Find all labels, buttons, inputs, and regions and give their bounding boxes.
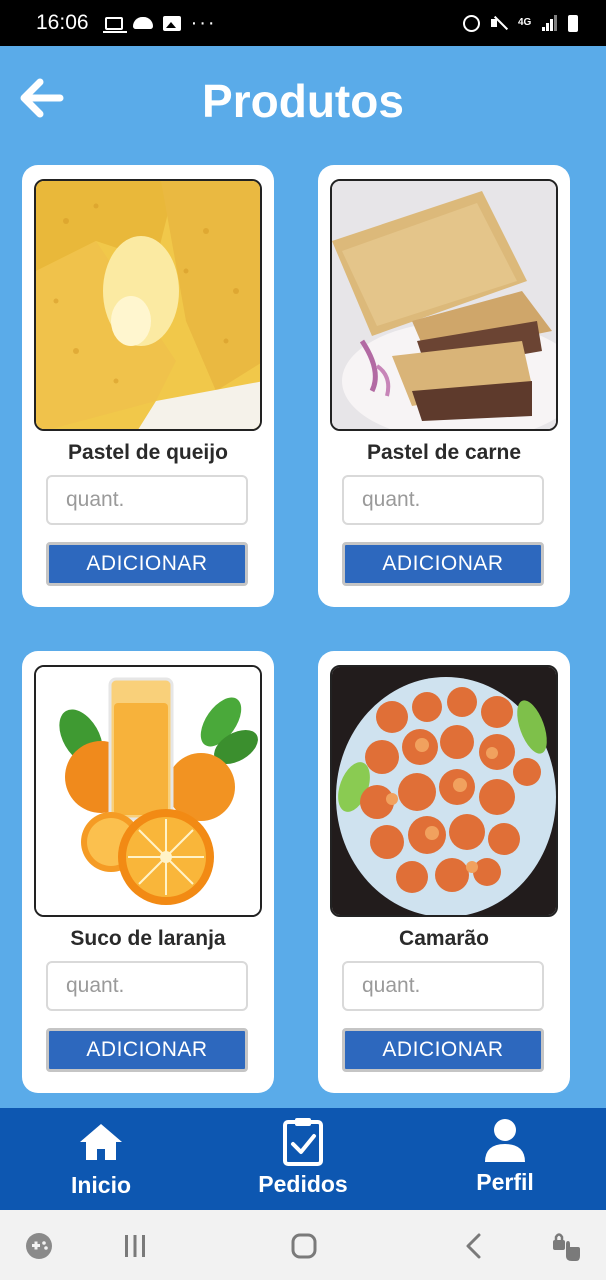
home-icon bbox=[80, 1124, 122, 1160]
nav-item-pedidos[interactable]: Pedidos bbox=[233, 1108, 373, 1210]
laptop-icon bbox=[102, 16, 127, 33]
quantity-input[interactable] bbox=[342, 961, 544, 1011]
add-button[interactable]: ADICIONAR bbox=[342, 542, 544, 586]
camarao-image bbox=[330, 665, 558, 917]
page-title: Produtos bbox=[202, 75, 404, 127]
game-launcher-button[interactable] bbox=[9, 1210, 69, 1280]
product-card: Camarão ADICIONAR bbox=[318, 651, 570, 1093]
home-circle-icon bbox=[291, 1233, 317, 1259]
product-name: Suco de laranja bbox=[70, 927, 226, 950]
home-system-button[interactable] bbox=[274, 1210, 334, 1280]
add-button[interactable]: ADICIONAR bbox=[46, 1028, 248, 1072]
nav-item-perfil[interactable]: Perfil bbox=[435, 1108, 575, 1210]
battery-icon bbox=[568, 14, 578, 32]
pastel-queijo-image bbox=[34, 179, 262, 431]
product-card: Suco de laranja ADICIONAR bbox=[22, 651, 274, 1093]
recent-apps-button[interactable] bbox=[105, 1210, 165, 1280]
product-card: Pastel de queijo ADICIONAR bbox=[22, 165, 274, 607]
signal-icon bbox=[542, 15, 558, 31]
status-bar: 16:06 ··· 4G bbox=[0, 0, 606, 46]
touch-lock-icon bbox=[553, 1233, 580, 1261]
status-time: 16:06 bbox=[36, 11, 89, 34]
nav-label: Inicio bbox=[70, 1172, 132, 1198]
user-icon bbox=[485, 1119, 525, 1162]
back-system-button[interactable] bbox=[444, 1210, 504, 1280]
nav-label: Perfil bbox=[476, 1169, 534, 1195]
more-dots-icon: ··· bbox=[190, 12, 217, 34]
clipboard-check-icon bbox=[283, 1118, 323, 1166]
bottom-nav: Inicio Pedidos Perfil bbox=[0, 1108, 606, 1210]
product-name: Pastel de carne bbox=[366, 441, 522, 464]
image-icon bbox=[162, 15, 181, 31]
nav-item-inicio[interactable]: Inicio bbox=[31, 1108, 171, 1210]
suco-laranja-image bbox=[34, 665, 262, 917]
app-header: Produtos bbox=[0, 46, 606, 156]
product-name: Pastel de queijo bbox=[68, 441, 228, 464]
system-nav-bar bbox=[0, 1210, 606, 1280]
mute-icon bbox=[490, 15, 508, 31]
quantity-input[interactable] bbox=[342, 475, 544, 525]
cloud-icon bbox=[132, 17, 153, 29]
product-name: Camarão bbox=[399, 927, 489, 950]
product-card: Pastel de carne ADICIONAR bbox=[318, 165, 570, 607]
nav-label: Pedidos bbox=[258, 1171, 348, 1197]
game-launcher-icon bbox=[26, 1233, 52, 1259]
quantity-input[interactable] bbox=[46, 475, 248, 525]
add-button[interactable]: ADICIONAR bbox=[342, 1028, 544, 1072]
quantity-input[interactable] bbox=[46, 961, 248, 1011]
add-button[interactable]: ADICIONAR bbox=[46, 542, 248, 586]
back-chevron-icon bbox=[466, 1233, 481, 1259]
touch-lock-button[interactable] bbox=[536, 1210, 596, 1280]
recent-apps-icon bbox=[125, 1235, 145, 1257]
network-4g-icon: 4G bbox=[518, 17, 532, 28]
alarm-icon bbox=[463, 14, 480, 32]
pastel-carne-image bbox=[330, 179, 558, 431]
